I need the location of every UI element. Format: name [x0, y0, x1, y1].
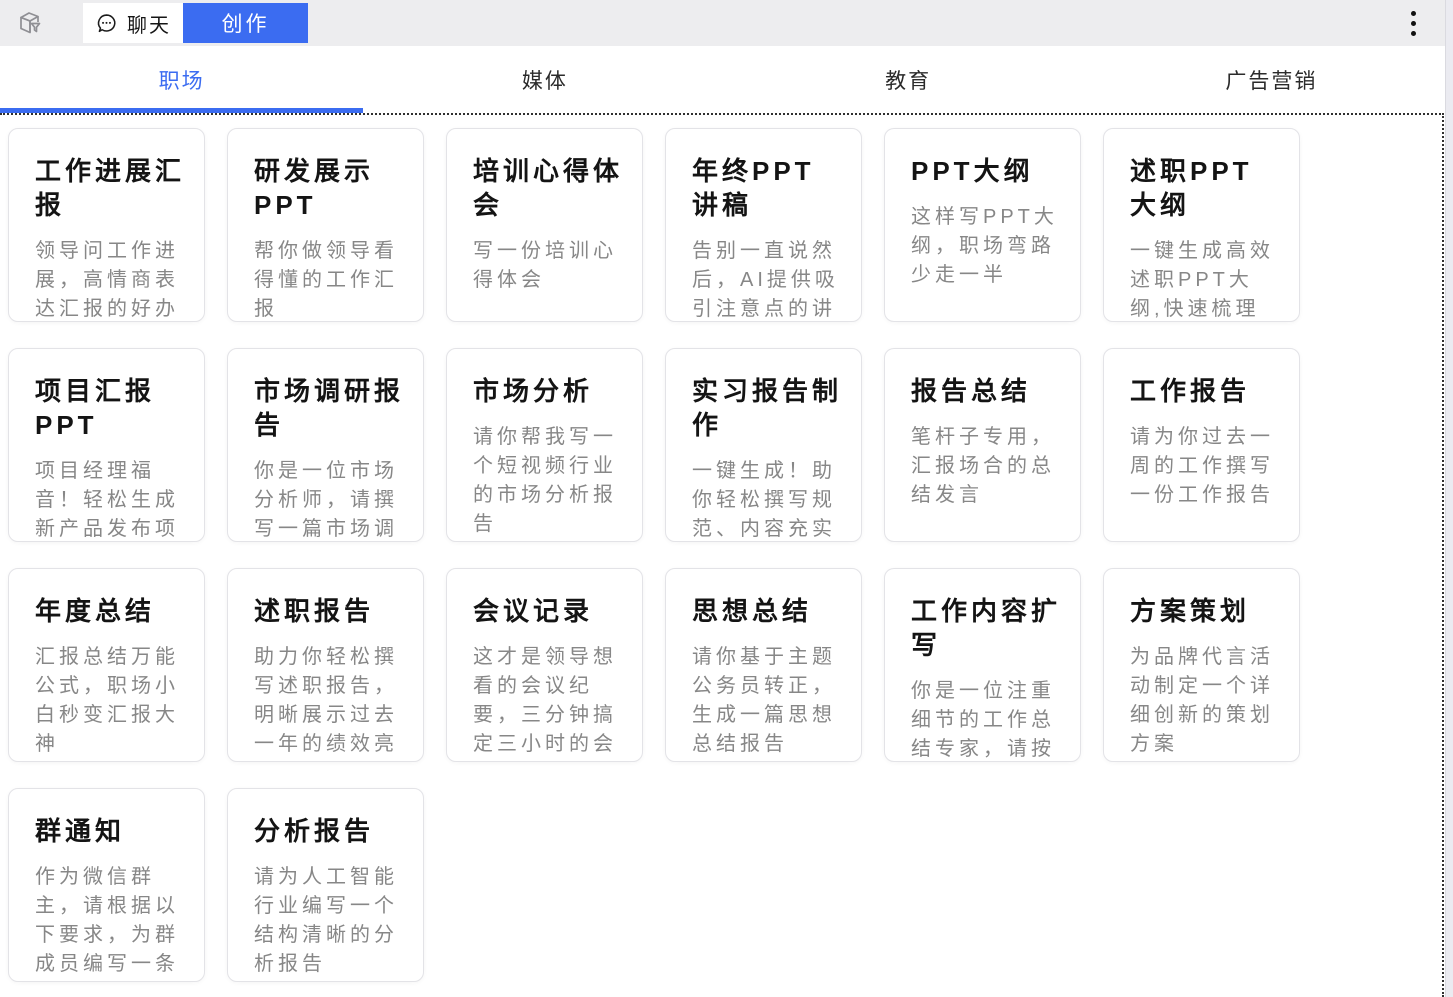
category-tabs: 职场 媒体 教育 广告营销 [0, 46, 1453, 113]
template-card[interactable]: 分析报告 请为人工智能行业编写一个结构清晰的分析报告 [227, 788, 424, 982]
template-card[interactable]: 工作报告 请为你过去一周的工作撰写一份工作报告 [1103, 348, 1300, 542]
template-card[interactable]: 会议记录 这才是领导想看的会议纪要，三分钟搞定三小时的会议 [446, 568, 643, 762]
template-card[interactable]: 方案策划 为品牌代言活动制定一个详细创新的策划方案 [1103, 568, 1300, 762]
template-card[interactable]: 研发展示PPT 帮你做领导看得懂的工作汇报 [227, 128, 424, 322]
template-card-title: 述职报告 [254, 594, 405, 628]
template-card-description: 笔杆子专用，汇报场合的总结发言 [911, 423, 1062, 510]
category-tab[interactable]: 教育 [727, 46, 1090, 113]
category-tab-label: 教育 [885, 65, 931, 95]
template-card[interactable]: 市场分析 请你帮我写一个短视频行业的市场分析报告 [446, 348, 643, 542]
template-card[interactable]: 述职PPT大纲 一键生成高效述职PPT大纲,快速梳理重点 [1103, 128, 1300, 322]
mode-tab-create-label: 创作 [222, 8, 270, 38]
template-card-title: 分析报告 [254, 814, 405, 848]
card-grid: 工作进展汇报 领导问工作进展，高情商表达汇报的好办法 研发展示PPT 帮你做领导… [8, 128, 1338, 982]
template-card[interactable]: 年度总结 汇报总结万能公式，职场小白秒变汇报大神 [8, 568, 205, 762]
template-card-description: 请为你过去一周的工作撰写一份工作报告 [1130, 423, 1281, 510]
template-card[interactable]: 报告总结 笔杆子专用，汇报场合的总结发言 [884, 348, 1081, 542]
template-card-description: 这才是领导想看的会议纪要，三分钟搞定三小时的会议 [473, 643, 624, 762]
category-tab-label: 职场 [159, 65, 205, 95]
category-tab[interactable]: 职场 [0, 46, 363, 113]
template-card[interactable]: 项目汇报PPT 项目经理福音！轻松生成新产品发布项目汇报 [8, 348, 205, 542]
template-card-title: 方案策划 [1130, 594, 1281, 628]
template-card-description: 请你帮我写一个短视频行业的市场分析报告 [473, 423, 624, 539]
template-card-title: 市场分析 [473, 374, 624, 408]
speech-bubble-icon [95, 12, 118, 35]
template-card[interactable]: 思想总结 请你基于主题公务员转正，生成一篇思想总结报告 [665, 568, 862, 762]
template-card-description: 请你基于主题公务员转正，生成一篇思想总结报告 [692, 643, 843, 759]
template-card[interactable]: 群通知 作为微信群主，请根据以下要求，为群成员编写一条通知 [8, 788, 205, 982]
template-card-title: 年终PPT讲稿 [692, 154, 843, 222]
template-card-title: 工作内容扩写 [911, 594, 1062, 662]
template-card-title: 工作报告 [1130, 374, 1281, 408]
template-card-title: 报告总结 [911, 374, 1062, 408]
template-card-description: 一键生成高效述职PPT大纲,快速梳理重点 [1130, 237, 1281, 322]
kebab-dot [1411, 21, 1416, 26]
template-card-description: 你是一位市场分析师，请撰写一篇市场调研报告 [254, 457, 405, 542]
template-card-description: 帮你做领导看得懂的工作汇报 [254, 237, 405, 322]
template-card-title: 实习报告制作 [692, 374, 843, 442]
template-card-description: 项目经理福音！轻松生成新产品发布项目汇报 [35, 457, 186, 542]
template-card-title: 培训心得体会 [473, 154, 624, 222]
template-card-description: 为品牌代言活动制定一个详细创新的策划方案 [1130, 643, 1281, 759]
mode-tab-chat-label: 聊天 [127, 9, 171, 38]
top-bar: 聊天 创作 [0, 0, 1453, 46]
template-card-title: 研发展示PPT [254, 154, 405, 222]
template-card-title: 工作进展汇报 [35, 154, 186, 222]
template-card[interactable]: 实习报告制作 一键生成！助你轻松撰写规范、内容充实的实习报告 [665, 348, 862, 542]
category-tab[interactable]: 广告营销 [1090, 46, 1453, 113]
template-card[interactable]: 市场调研报告 你是一位市场分析师，请撰写一篇市场调研报告 [227, 348, 424, 542]
template-card-description: 写一份培训心得体会 [473, 237, 624, 295]
category-tab-label: 广告营销 [1225, 65, 1317, 95]
kebab-dot [1411, 31, 1416, 36]
content-area: 工作进展汇报 领导问工作进展，高情商表达汇报的好办法 研发展示PPT 帮你做领导… [0, 113, 1444, 997]
box-filter-icon [13, 6, 47, 40]
template-card-title: 群通知 [35, 814, 186, 848]
template-card-description: 这样写PPT大纲，职场弯路少走一半 [911, 203, 1062, 290]
kebab-dot [1411, 11, 1416, 16]
template-card-description: 作为微信群主，请根据以下要求，为群成员编写一条通知 [35, 863, 186, 982]
template-card-description: 请为人工智能行业编写一个结构清晰的分析报告 [254, 863, 405, 979]
template-card-description: 告别一直说然后，AI提供吸引注意点的讲稿 [692, 237, 843, 322]
mode-tab-create[interactable]: 创作 [183, 3, 308, 43]
template-card-title: PPT大纲 [911, 154, 1062, 188]
template-card[interactable]: 述职报告 助力你轻松撰写述职报告，明晰展示过去一年的绩效亮点 [227, 568, 424, 762]
template-card-description: 一键生成！助你轻松撰写规范、内容充实的实习报告 [692, 457, 843, 542]
template-card-description: 汇报总结万能公式，职场小白秒变汇报大神 [35, 643, 186, 759]
template-card-title: 思想总结 [692, 594, 843, 628]
template-card[interactable]: 培训心得体会 写一份培训心得体会 [446, 128, 643, 322]
template-card-title: 项目汇报PPT [35, 374, 186, 442]
template-card-title: 会议记录 [473, 594, 624, 628]
template-card[interactable]: PPT大纲 这样写PPT大纲，职场弯路少走一半 [884, 128, 1081, 322]
template-card-description: 领导问工作进展，高情商表达汇报的好办法 [35, 237, 186, 322]
template-card[interactable]: 工作进展汇报 领导问工作进展，高情商表达汇报的好办法 [8, 128, 205, 322]
template-card-title: 年度总结 [35, 594, 186, 628]
category-tab[interactable]: 媒体 [363, 46, 726, 113]
mode-tab-chat[interactable]: 聊天 [83, 3, 183, 43]
template-card[interactable]: 工作内容扩写 你是一位注重细节的工作总结专家，请按要求扩写 [884, 568, 1081, 762]
template-card-description: 助力你轻松撰写述职报告，明晰展示过去一年的绩效亮点 [254, 643, 405, 762]
template-card-title: 市场调研报告 [254, 374, 405, 442]
template-card-description: 你是一位注重细节的工作总结专家，请按要求扩写 [911, 677, 1062, 762]
template-card[interactable]: 年终PPT讲稿 告别一直说然后，AI提供吸引注意点的讲稿 [665, 128, 862, 322]
more-menu-button[interactable] [1406, 5, 1421, 42]
template-card-title: 述职PPT大纲 [1130, 154, 1281, 222]
mode-switcher: 聊天 创作 [83, 3, 308, 43]
category-tab-label: 媒体 [522, 65, 568, 95]
scrollbar-track[interactable] [1445, 0, 1453, 997]
